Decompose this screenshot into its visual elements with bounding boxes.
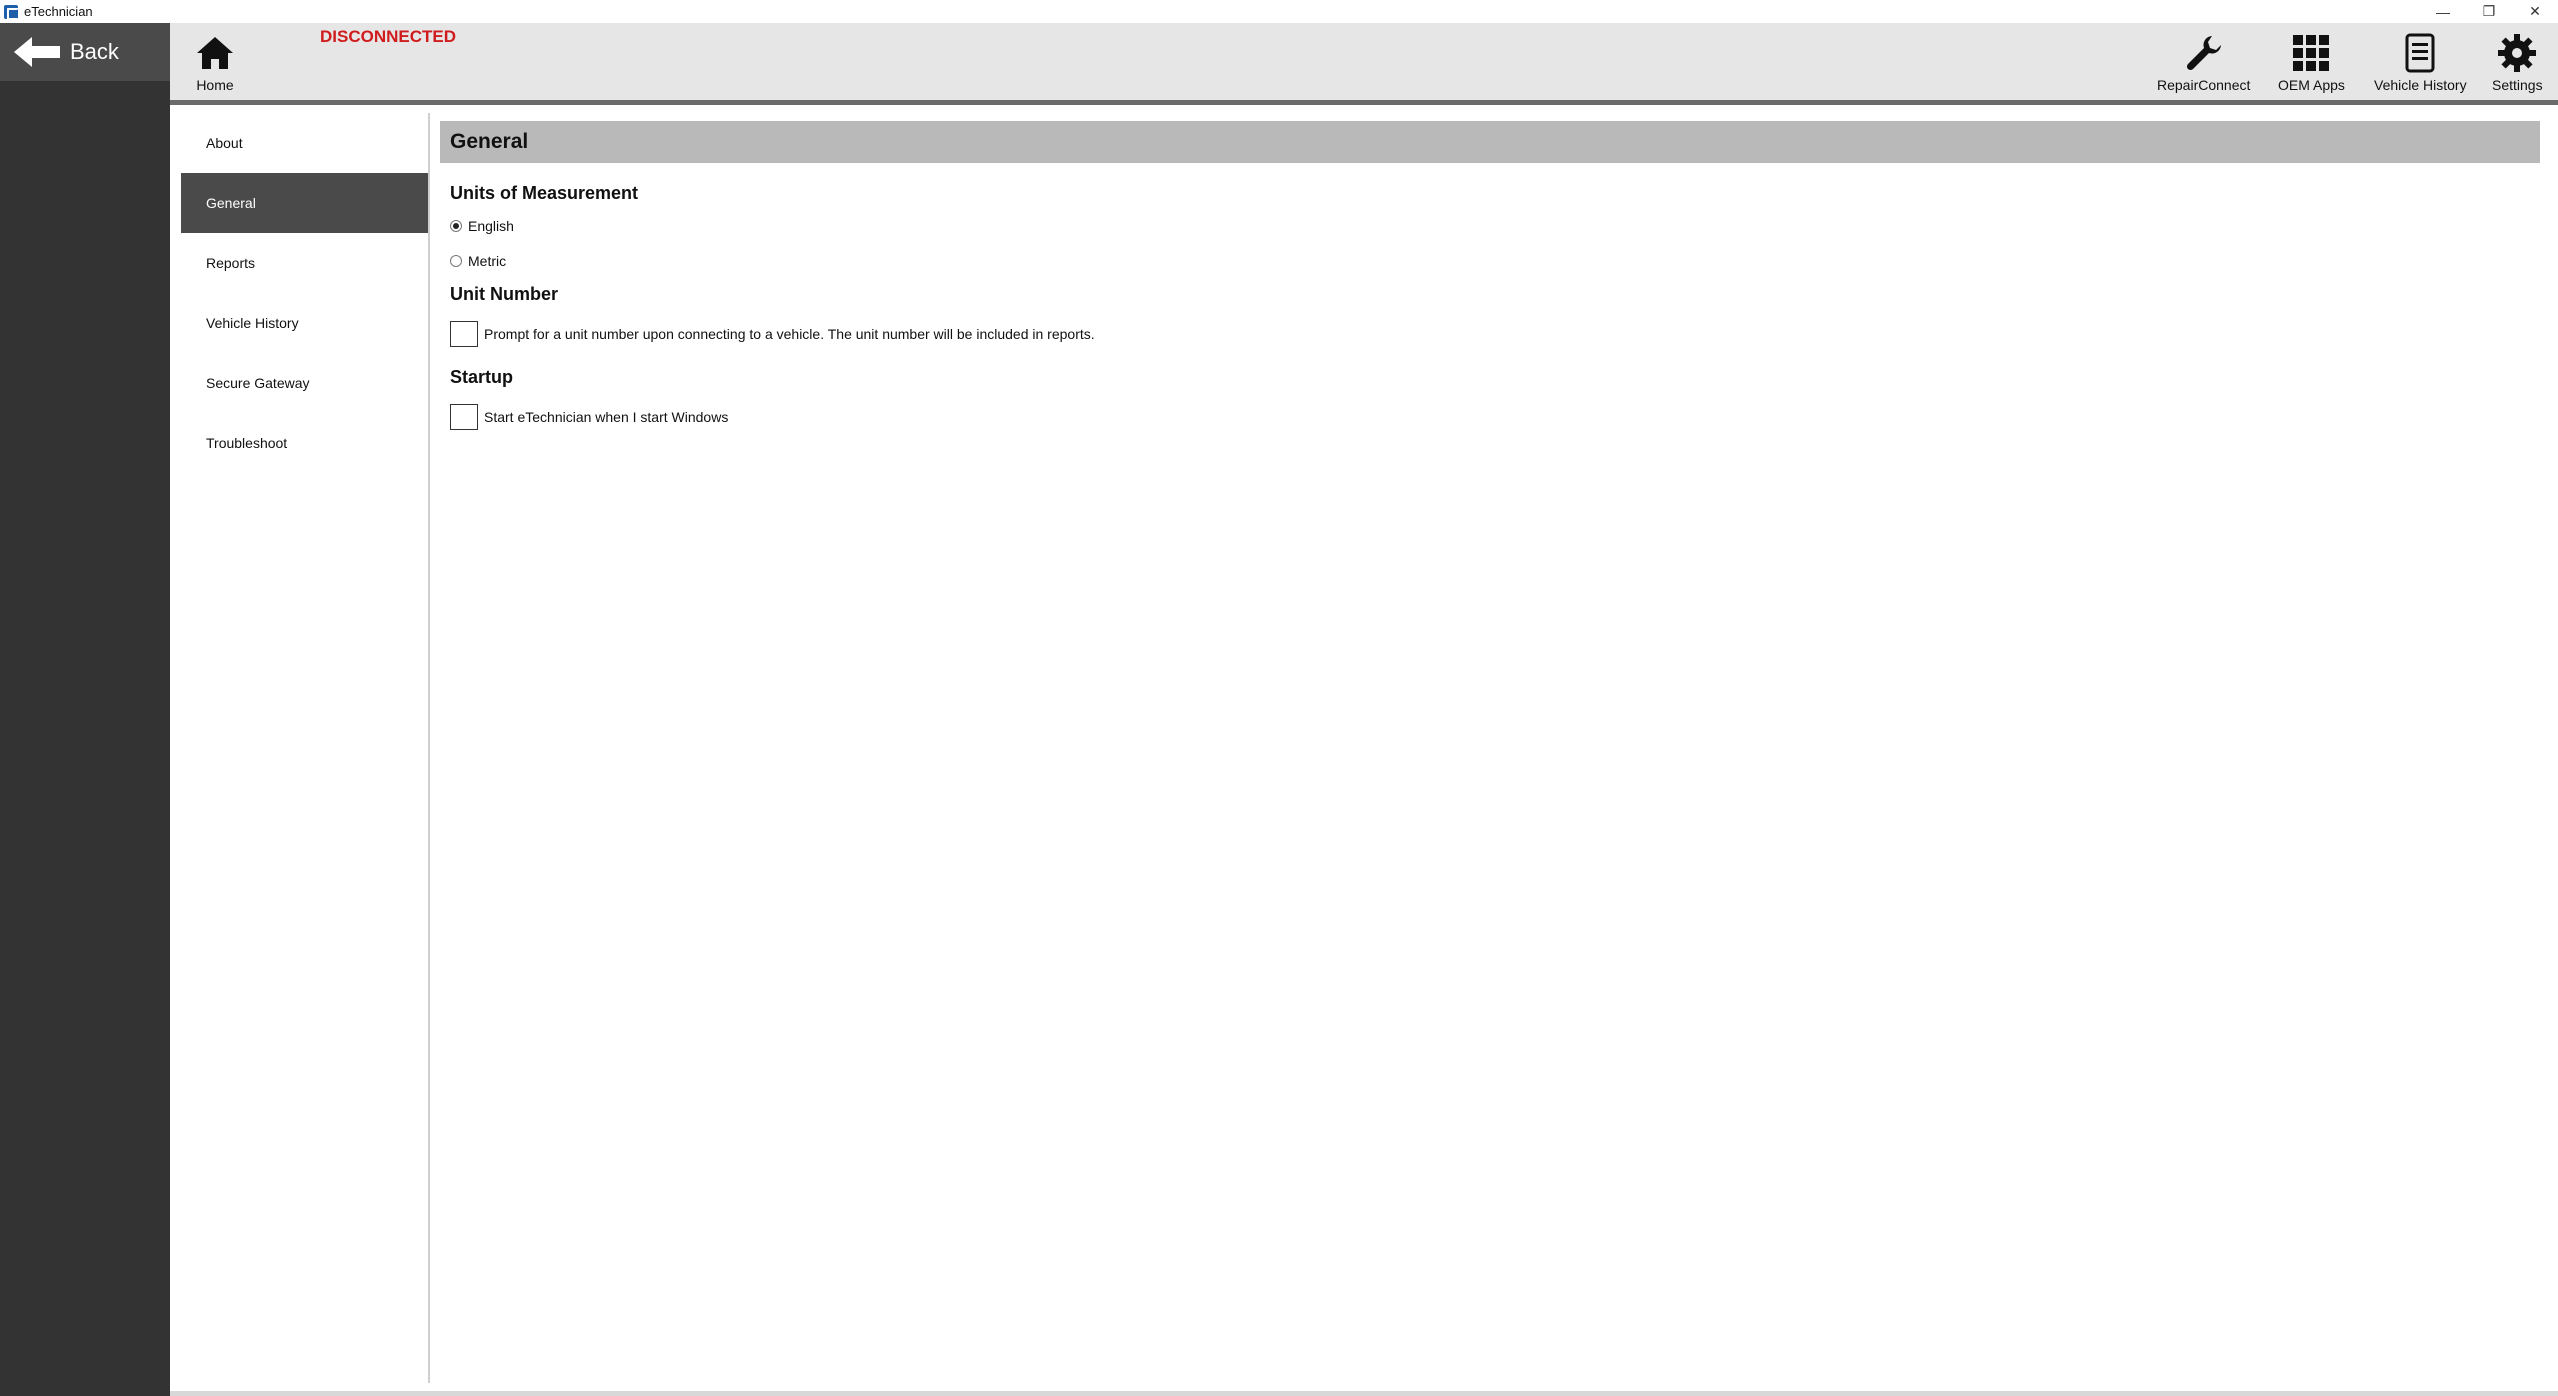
nav-item-reports[interactable]: Reports (181, 233, 428, 293)
radio-metric-indicator[interactable] (450, 254, 462, 267)
connection-status: DISCONNECTED (320, 27, 457, 46)
nav-divider (428, 113, 430, 1383)
startup-option[interactable]: Start eTechnician when I start Windows (450, 402, 2540, 432)
bottom-bar (170, 1391, 2558, 1396)
left-rail: Back (0, 23, 170, 1396)
startup-title: Startup (450, 367, 513, 387)
general-settings-panel: General Units of Measurement English Met… (440, 121, 2540, 432)
window-controls: — ❐ ✕ (2420, 0, 2558, 23)
units-title: Units of Measurement (450, 183, 639, 203)
back-button[interactable]: Back (0, 23, 170, 81)
vehicle-history-button[interactable]: Vehicle History (2374, 33, 2467, 93)
window-title: eTechnician (24, 4, 93, 19)
repairconnect-label: RepairConnect (2157, 77, 2251, 93)
unit-number-label: Prompt for a unit number upon connecting… (484, 326, 1095, 342)
oem-apps-button[interactable]: OEM Apps (2278, 33, 2345, 93)
radio-english-label: English (468, 217, 514, 234)
radio-metric-label: Metric (468, 252, 507, 269)
settings-nav: About General Reports Vehicle History Se… (181, 113, 428, 473)
app-logo-icon (4, 4, 19, 20)
radio-metric[interactable]: Metric (450, 243, 2540, 278)
close-button[interactable]: ✕ (2512, 0, 2558, 23)
home-button[interactable]: Home (195, 33, 235, 93)
gear-icon (2498, 34, 2537, 72)
document-icon (2405, 33, 2435, 73)
radio-english-indicator[interactable] (450, 219, 462, 232)
grid-apps-icon (2293, 35, 2330, 71)
nav-item-troubleshoot[interactable]: Troubleshoot (181, 413, 428, 473)
back-button-label: Back (70, 39, 119, 64)
restore-button[interactable]: ❐ (2466, 0, 2512, 23)
repairconnect-button[interactable]: RepairConnect (2157, 33, 2250, 93)
settings-button[interactable]: Settings (2492, 33, 2543, 93)
minimize-button[interactable]: — (2420, 0, 2466, 23)
wrench-icon (2186, 36, 2221, 71)
home-icon (197, 37, 233, 69)
startup-label: Start eTechnician when I start Windows (484, 409, 729, 425)
window-titlebar: eTechnician — ❐ ✕ (0, 0, 2558, 23)
settings-label: Settings (2492, 77, 2543, 93)
radio-english[interactable]: English (450, 208, 2540, 243)
oem-apps-label: OEM Apps (2278, 77, 2345, 93)
startup-checkbox[interactable] (450, 404, 478, 430)
section-header: General (440, 121, 2540, 163)
home-label: Home (196, 77, 234, 93)
unit-number-option[interactable]: Prompt for a unit number upon connecting… (450, 319, 2540, 349)
nav-item-vehicle-history[interactable]: Vehicle History (181, 293, 428, 353)
unit-number-title: Unit Number (450, 284, 558, 304)
nav-item-secure-gateway[interactable]: Secure Gateway (181, 353, 428, 413)
unit-number-checkbox[interactable] (450, 321, 478, 347)
top-toolbar: Home DISCONNECTED RepairConnect OEM Apps (170, 23, 2558, 105)
nav-item-about[interactable]: About (181, 113, 428, 173)
back-arrow-icon (14, 37, 60, 67)
nav-item-general[interactable]: General (181, 173, 428, 233)
vehicle-history-label: Vehicle History (2374, 77, 2467, 93)
